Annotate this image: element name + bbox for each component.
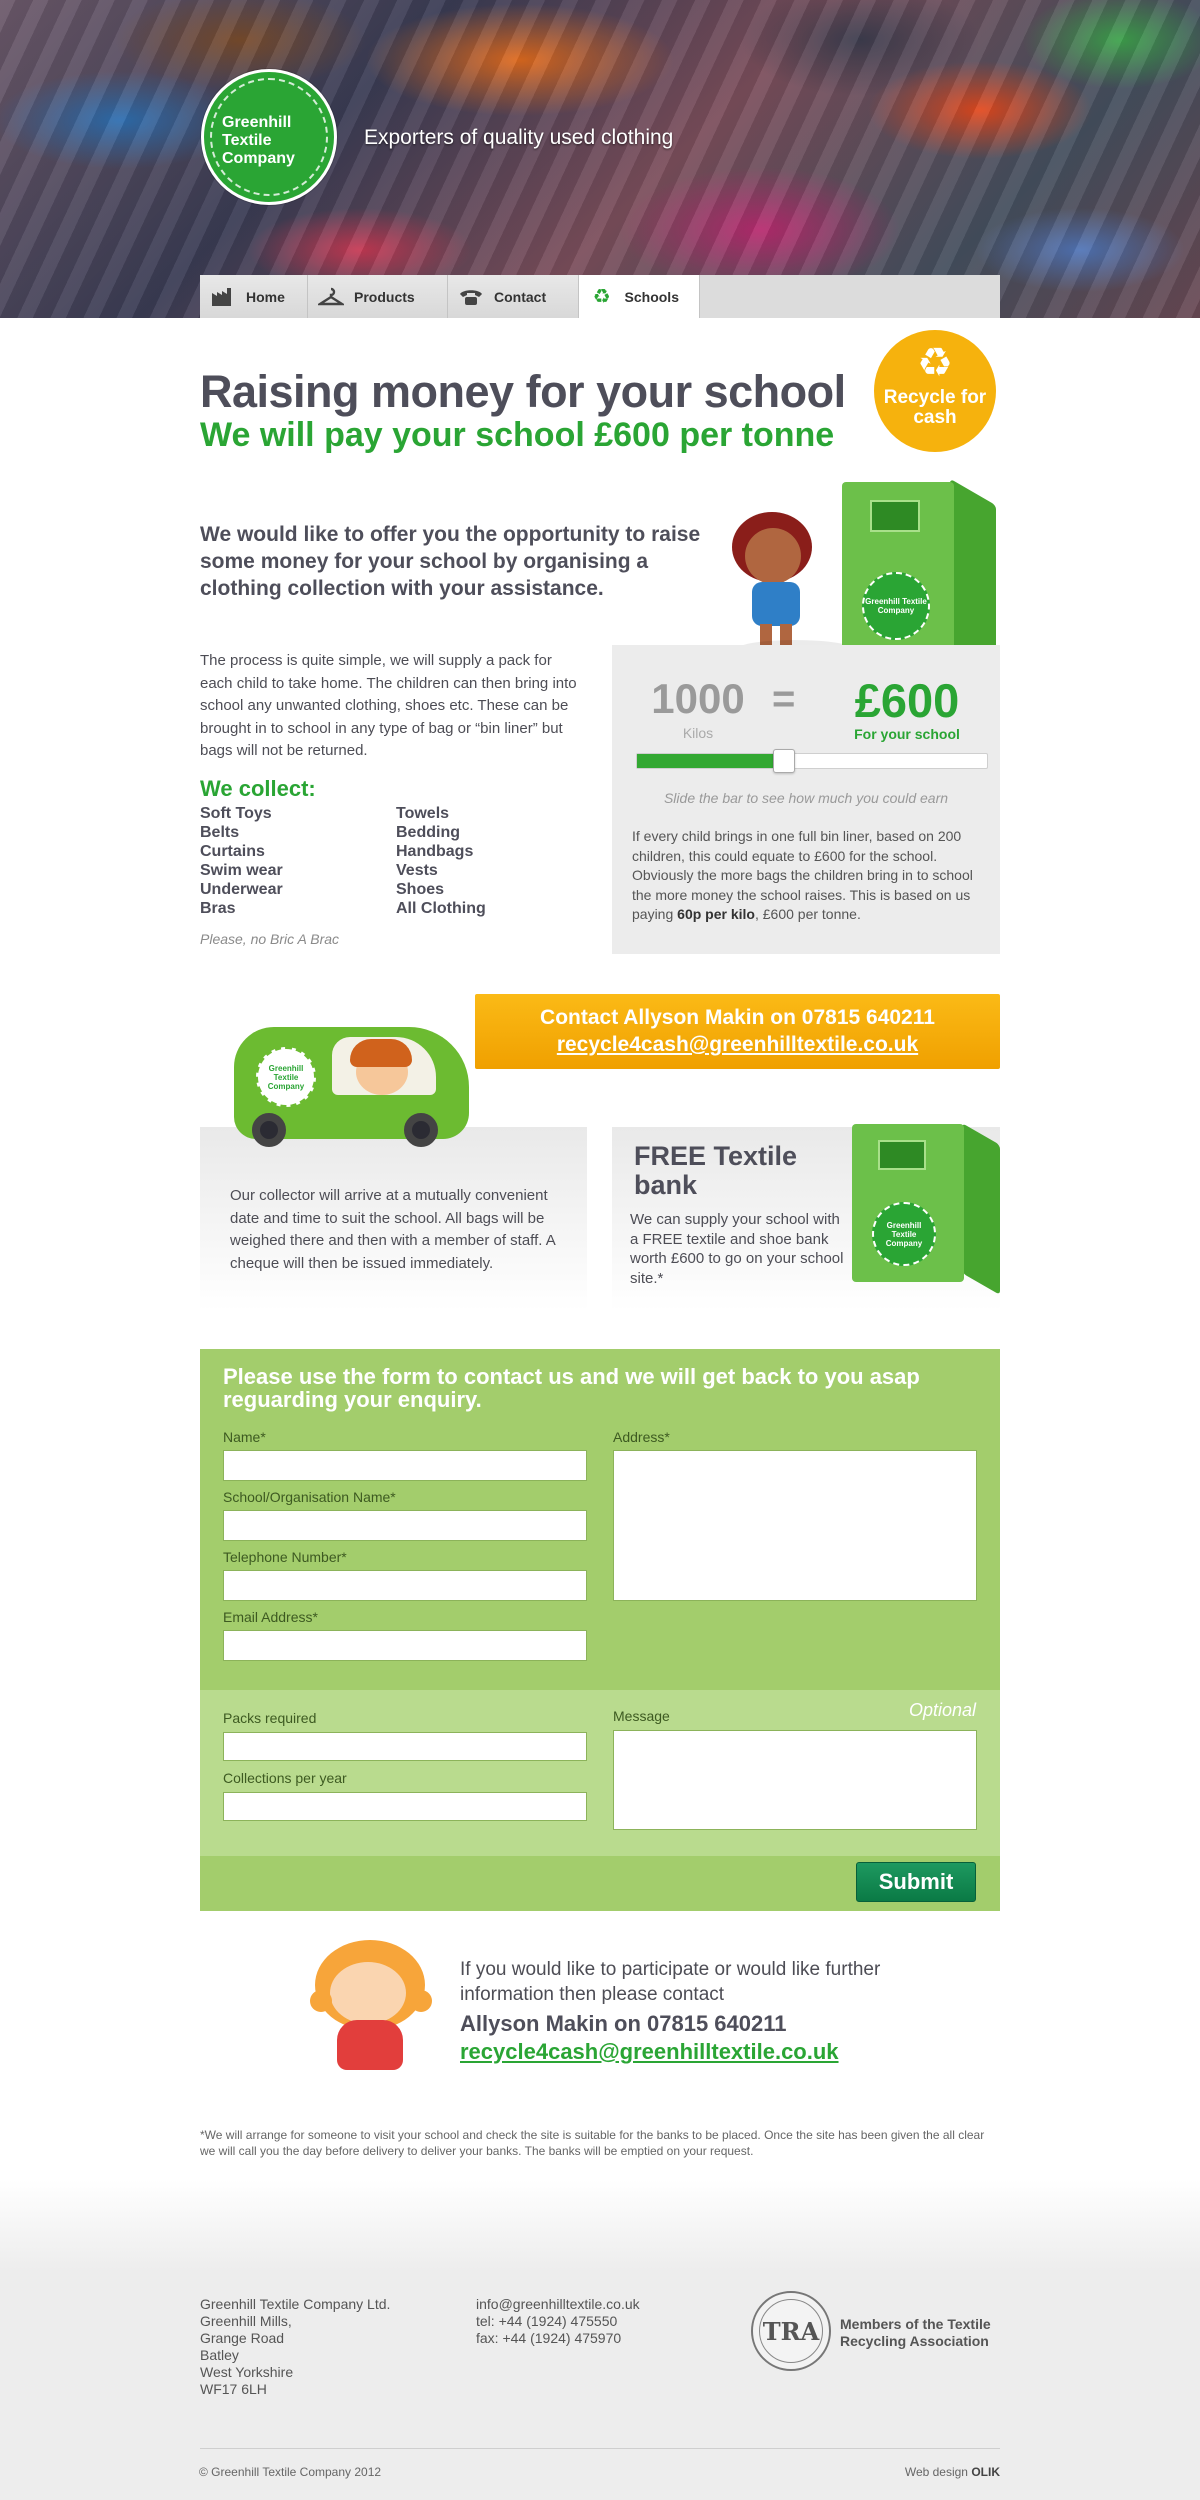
process-text: The process is quite simple, we will sup… xyxy=(200,652,577,759)
calculator-note: If every child brings in one full bin li… xyxy=(632,828,973,922)
van-illustration: Greenhill Textile Company xyxy=(234,1027,474,1157)
optional-label: Optional xyxy=(908,1700,976,1720)
nav-label-home: Home xyxy=(246,288,285,305)
contact-banner-phone: Contact Allyson Makin on 07815 640211 xyxy=(540,1006,935,1029)
logo-text: Greenhill Textile Company xyxy=(222,114,295,167)
company-logo[interactable]: Greenhill Textile Company xyxy=(201,69,337,205)
kilos-label: Kilos xyxy=(682,725,714,741)
nav-label-schools: Schools xyxy=(624,288,679,305)
collector-text: Our collector will arrive at a mutually … xyxy=(230,1187,555,1272)
bin-logo: Greenhill Textile Company xyxy=(862,572,930,640)
list-item: Curtains xyxy=(200,843,265,860)
address-field[interactable] xyxy=(613,1450,977,1601)
header-photo: Greenhill Textile Company Exporters of q… xyxy=(0,0,1200,318)
copyright: © Greenhill Textile Company 2012 xyxy=(199,2465,382,2479)
tagline: Exporters of quality used clothing xyxy=(364,126,674,149)
footer-address: Greenhill Textile Company Ltd. Greenhill… xyxy=(200,2296,391,2397)
list-item: All Clothing xyxy=(396,900,486,917)
recycle-for-cash-badge: ♻ Recycle for cash xyxy=(874,330,996,452)
nav-item-products[interactable]: Products xyxy=(308,275,448,318)
nav-label-contact: Contact xyxy=(494,288,547,305)
list-item: Shoes xyxy=(396,881,445,898)
collections-field[interactable] xyxy=(223,1792,587,1821)
list-item: Swim wear xyxy=(200,862,283,879)
optional-section: Optional Packs required Collections per … xyxy=(200,1690,1000,1856)
footer-email-link[interactable]: info@greenhilltextile.co.uk xyxy=(476,2296,640,2313)
list-item: Vests xyxy=(396,862,438,879)
participate-text: If you would like to participate or woul… xyxy=(460,1959,881,2005)
school-label: School/Organisation Name* xyxy=(223,1489,396,1505)
school-name-field[interactable] xyxy=(223,1510,587,1541)
badge-text: Recycle for cash xyxy=(883,387,987,428)
nav-label-products: Products xyxy=(354,288,415,305)
tra-seal-logo: TRA xyxy=(751,2291,831,2371)
tra-membership-text: Members of the Textile Recycling Associa… xyxy=(840,2316,991,2349)
clothing-texture xyxy=(0,0,1200,318)
factory-icon xyxy=(210,286,236,308)
collect-title: We collect: xyxy=(200,776,316,801)
collections-label: Collections per year xyxy=(223,1770,347,1786)
hanger-icon xyxy=(318,286,344,308)
packs-label: Packs required xyxy=(223,1710,317,1726)
telephone-label: Telephone Number* xyxy=(223,1549,347,1565)
no-bric-a-brac-note: Please, no Bric A Brac xyxy=(200,931,340,947)
contact-banner-email[interactable]: recycle4cash@greenhilltextile.co.uk xyxy=(475,1033,1000,1057)
nav-item-schools[interactable]: ♻ Schools xyxy=(579,275,700,318)
slider-hint: Slide the bar to see how much you could … xyxy=(663,790,949,806)
message-field[interactable] xyxy=(613,1730,977,1830)
main-nav: Home Products Contact ♻ Schools xyxy=(200,275,1000,318)
recycle-icon: ♻ xyxy=(592,286,611,308)
page-title: Raising money for your school xyxy=(200,366,846,417)
amount-value: £600 xyxy=(854,674,960,727)
list-item: Belts xyxy=(200,824,240,841)
telephone-field[interactable] xyxy=(223,1570,587,1601)
telephone-icon xyxy=(458,286,484,308)
name-label: Name* xyxy=(223,1429,266,1445)
submit-button[interactable]: Submit xyxy=(856,1862,976,1902)
amount-label: For your school xyxy=(854,726,960,742)
footer-telephone: tel: +44 (1924) 475550 xyxy=(476,2313,618,2329)
slider-fill xyxy=(637,754,777,768)
bin-logo: Greenhill Textile Company xyxy=(872,1202,936,1266)
email-label: Email Address* xyxy=(223,1609,318,1625)
footer-fax: fax: +44 (1924) 475970 xyxy=(476,2330,622,2346)
contact-email-link[interactable]: recycle4cash@greenhilltextile.co.uk xyxy=(460,2039,839,2065)
list-item: Soft Toys xyxy=(200,805,272,822)
intro-text: We would like to offer you the opportuni… xyxy=(200,523,701,600)
list-item: Bedding xyxy=(396,824,460,841)
contact-banner: Contact Allyson Makin on 07815 640211 re… xyxy=(475,994,1000,1069)
collect-list: Soft Toys Towels Belts Bedding Curtains … xyxy=(200,804,600,918)
footer-divider xyxy=(200,2448,1000,2449)
name-field[interactable] xyxy=(223,1450,587,1481)
disclaimer: *We will arrange for someone to visit yo… xyxy=(200,2128,985,2158)
email-field[interactable] xyxy=(223,1630,587,1661)
page-subtitle: We will pay your school £600 per tonne xyxy=(200,416,835,454)
footer-contact: info@greenhilltextile.co.uk tel: +44 (19… xyxy=(476,2296,640,2347)
form-heading: Please use the form to contact us and we… xyxy=(223,1364,920,1412)
recycle-icon: ♻ xyxy=(917,341,953,385)
contact-name-phone: Allyson Makin on 07815 640211 xyxy=(460,2011,787,2036)
message-label: Message xyxy=(613,1708,670,1724)
earnings-calculator: 1000 Kilos = £600 For your school Slide … xyxy=(612,645,1000,954)
web-design-credit[interactable]: Web design OLIK xyxy=(905,2465,1000,2479)
list-item: Handbags xyxy=(396,843,474,860)
nav-item-home[interactable]: Home xyxy=(200,275,308,318)
van-logo: Greenhill Textile Company xyxy=(256,1047,316,1107)
list-item: Bras xyxy=(200,900,236,917)
list-item: Towels xyxy=(396,805,450,822)
free-bank-text: We can supply your school with a FREE te… xyxy=(630,1211,844,1287)
packs-required-field[interactable] xyxy=(223,1732,587,1761)
address-label: Address* xyxy=(613,1429,670,1445)
list-item: Underwear xyxy=(200,881,283,898)
equals-sign: = xyxy=(772,677,796,721)
kilos-slider[interactable] xyxy=(636,749,988,773)
kilos-value: 1000 xyxy=(651,675,745,722)
slider-handle[interactable] xyxy=(773,749,795,773)
nav-item-contact[interactable]: Contact xyxy=(448,275,579,318)
free-bank-title: FREE Textile bank xyxy=(634,1141,798,1200)
contact-form: Please use the form to contact us and we… xyxy=(200,1349,1000,1911)
